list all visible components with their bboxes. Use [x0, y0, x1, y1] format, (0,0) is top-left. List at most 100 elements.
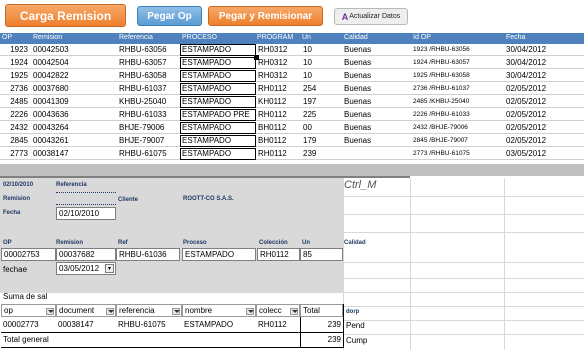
pivot-divider	[1, 332, 343, 333]
un-field[interactable]: 85	[300, 248, 343, 261]
cell-referencia: RHBU-61033	[119, 110, 167, 119]
cell-proceso[interactable]: ESTAMPADO	[180, 83, 256, 95]
cell-fecha: 02/05/2012	[506, 123, 547, 132]
pivot-cell-nombre: ESTAMPADO	[184, 320, 234, 329]
pivot-header-total: Total	[300, 304, 343, 317]
cell-op: 1925	[10, 71, 28, 80]
cell-proceso[interactable]: ESTAMPADO	[180, 148, 256, 160]
pivot-cell-total: 239	[327, 320, 341, 329]
dropdown-icon[interactable]	[46, 308, 54, 315]
header-referencia: Referencia	[119, 34, 153, 41]
cell-id-op: 1923 /RHBU-63056	[413, 46, 470, 53]
cell-remision: 00043636	[33, 110, 69, 119]
actualizar-icon: A	[341, 11, 349, 22]
fechae-field[interactable]: 03/05/2012 ▾	[56, 262, 116, 275]
pivot-header-label: document	[59, 306, 95, 315]
pivot-header-label: colecc	[259, 306, 282, 315]
pivot-header-document[interactable]: document	[56, 304, 116, 317]
cell-referencia: RHBU-61075	[119, 149, 167, 158]
fill-handle[interactable]	[254, 55, 259, 60]
pivot-header-label: nombre	[185, 306, 213, 315]
actualizar-datos-button[interactable]: A Actualizar Datos	[334, 8, 408, 25]
cell-un: 10	[303, 45, 312, 54]
cell-proceso[interactable]: ESTAMPADO PRE	[180, 109, 256, 121]
calidad-label: Calidad	[344, 240, 366, 246]
cell-op: 2226	[10, 110, 28, 119]
fecha-field[interactable]: 02/10/2010	[56, 207, 116, 220]
cell-fecha: 30/04/2012	[506, 71, 547, 80]
pivot-header-referencia[interactable]: referencia	[116, 304, 182, 317]
filter-icon[interactable]	[246, 308, 254, 315]
table-row[interactable]: 2226 00043636 RHBU-61033 ESTAMPADO PRE R…	[0, 109, 584, 121]
side-value-cump: Cump	[346, 336, 368, 345]
cell-un: 239	[303, 149, 317, 158]
cell-proceso[interactable]: ESTAMPADO	[180, 96, 256, 108]
cell-un: 10	[303, 71, 312, 80]
fecha-label: Fecha	[3, 210, 21, 216]
cell-program: RH0112	[258, 84, 287, 93]
carga-remision-button[interactable]: Carga Remision	[5, 4, 126, 27]
table-row[interactable]: 1925 00042822 RHBU-63058 ESTAMPADO RH031…	[0, 70, 584, 82]
cell-referencia: RHBU-63057	[119, 58, 167, 67]
pivot-header-op[interactable]: op	[1, 304, 56, 317]
cell-proceso[interactable]: ESTAMPADO	[180, 122, 256, 134]
dropdown-icon[interactable]	[172, 308, 180, 315]
table-row[interactable]: 2485 00041309 KHBU-25040 ESTAMPADO KH011…	[0, 96, 584, 108]
pegar-remisionar-button[interactable]: Pegar y Remisionar	[208, 6, 323, 26]
remision-field[interactable]: 00037682	[56, 248, 116, 261]
cell-program: BH0112	[258, 123, 287, 132]
pivot-total-value: 239	[327, 335, 341, 344]
cell-program: KH0112	[258, 97, 287, 106]
cell-id-op: 2773 /RHBU-61075	[413, 150, 470, 157]
grid-line	[343, 196, 584, 197]
cell-op: 1923	[10, 45, 28, 54]
cell-id-op: 2432 /BHJE-79006	[413, 124, 468, 131]
proceso-field[interactable]: ESTAMPADO	[182, 248, 256, 261]
cell-remision: 00043261	[33, 136, 69, 145]
coleccion-field[interactable]: RH0112	[257, 248, 300, 261]
ctrl-label: Ctrl_M	[344, 179, 377, 191]
cell-fecha: 02/05/2012	[506, 136, 547, 145]
cell-proceso[interactable]: ESTAMPADO	[180, 57, 256, 69]
cell-id-op: 2226 /RHBU-61033	[413, 111, 470, 118]
toolbar: Carga Remision Pegar Op Pegar y Remision…	[0, 0, 584, 33]
date-dropdown-icon[interactable]: ▾	[105, 264, 114, 273]
cell-un: 179	[303, 136, 317, 145]
grid-line	[504, 178, 505, 350]
table-row[interactable]: 1924 00042504 RHBU-63057 ESTAMPADO RH031…	[0, 57, 584, 69]
cell-proceso[interactable]: ESTAMPADO	[180, 44, 256, 56]
cell-calidad: Buenas	[344, 58, 372, 67]
ref-field[interactable]: RHBU-61036	[116, 248, 180, 261]
cell-fecha: 03/05/2012	[506, 149, 547, 158]
cell-un: 10	[303, 58, 312, 67]
cell-op: 2845	[10, 136, 28, 145]
pivot-header-label: referencia	[119, 306, 155, 315]
cell-id-op: 2845 /BHJE-79007	[413, 137, 468, 144]
pivot-cell-coleccion: RH0112	[258, 320, 287, 329]
cell-remision: 00042503	[33, 45, 69, 54]
cell-remision: 00037680	[33, 84, 69, 93]
dropdown-icon[interactable]	[106, 308, 114, 315]
header-fecha: Fecha	[506, 34, 526, 41]
cell-id-op: 2485 /KHBU-25040	[413, 98, 470, 105]
pivot-header-nombre[interactable]: nombre	[182, 304, 256, 317]
header-program: PROGRAM	[257, 34, 294, 41]
cell-program: RH0312	[258, 71, 288, 80]
cell-program: RH0312	[258, 45, 288, 54]
cell-proceso[interactable]: ESTAMPADO	[180, 70, 256, 82]
table-row[interactable]: 2845 00043261 BHJE-79007 ESTAMPADO BH011…	[0, 135, 584, 147]
table-row[interactable]: 2736 00037680 RHBU-61037 ESTAMPADO RH011…	[0, 83, 584, 95]
table-row[interactable]: 1923 00042503 RHBU-63056 ESTAMPADO RH031…	[0, 44, 584, 56]
cell-calidad: Buenas	[344, 45, 372, 54]
table-row[interactable]: 2773 00038147 RHBU-61075 ESTAMPADO RH011…	[0, 148, 584, 160]
form-date: 02/10/2010	[3, 182, 34, 188]
dropdown-icon[interactable]	[290, 308, 298, 315]
pivot-title: Suma de sal	[3, 292, 48, 301]
grid-line	[343, 306, 584, 307]
referencia-label: Referencia	[56, 182, 87, 188]
table-row[interactable]: 2432 00043264 BHJE-79006 ESTAMPADO BH011…	[0, 122, 584, 134]
op-field[interactable]: 00002753	[1, 248, 56, 261]
cell-proceso[interactable]: ESTAMPADO	[180, 135, 256, 147]
pivot-header-coleccion[interactable]: colecc	[256, 304, 300, 317]
pegar-op-button[interactable]: Pegar Op	[137, 6, 202, 26]
